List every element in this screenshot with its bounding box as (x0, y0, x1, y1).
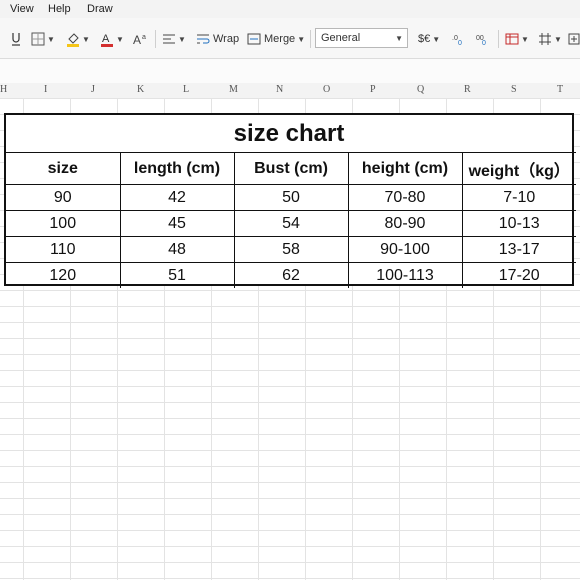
table-cell[interactable]: 50 (233, 184, 349, 211)
column-header[interactable]: Q (417, 84, 424, 95)
align-left-icon (163, 34, 175, 44)
cell-styles-button[interactable]: ▼ (538, 30, 562, 48)
column-header[interactable]: T (557, 84, 563, 95)
table-cell[interactable]: 100 (6, 210, 121, 237)
menu-draw[interactable]: Draw (87, 3, 113, 15)
table-cell[interactable]: 10-13 (461, 210, 576, 237)
column-header[interactable]: K (137, 84, 144, 95)
menu-bar: View Help Draw (0, 0, 580, 18)
menu-help[interactable]: Help (48, 3, 71, 15)
table-cell[interactable]: 58 (233, 236, 349, 263)
increase-decimal-button[interactable]: 00 0 (476, 30, 492, 48)
size-chart-table[interactable]: size chart size length (cm) Bust (cm) he… (4, 113, 576, 288)
underline-icon (12, 33, 20, 46)
table-cell[interactable]: 80-90 (347, 210, 463, 237)
header-row: size length (cm) Bust (cm) height (cm) w… (6, 152, 576, 185)
borders-icon (31, 32, 45, 46)
header-size[interactable]: size (6, 152, 121, 185)
column-header[interactable]: J (91, 84, 95, 95)
grid-icon (539, 33, 551, 45)
table-row: 100 45 54 80-90 10-13 (6, 210, 576, 237)
size-chart-grid: size length (cm) Bust (cm) height (cm) w… (6, 152, 576, 288)
chevron-down-icon: ▼ (521, 34, 529, 44)
chevron-down-icon: ▼ (178, 34, 186, 44)
chevron-down-icon: ▼ (82, 34, 90, 44)
table-cell[interactable]: 100-113 (347, 262, 463, 288)
fill-color-button[interactable]: ▼ (66, 30, 90, 48)
header-height[interactable]: height (cm) (347, 152, 463, 185)
svg-text:A: A (102, 33, 110, 45)
column-header[interactable]: O (323, 84, 330, 95)
chevron-down-icon: ▼ (116, 34, 124, 44)
menu-view[interactable]: View (10, 3, 34, 15)
header-weight[interactable]: weight（kg） (461, 152, 576, 185)
wrap-icon (197, 34, 210, 44)
svg-text:0: 0 (482, 40, 486, 46)
column-headers: H I J K L M N O P Q R S T (0, 83, 580, 99)
table-cell[interactable]: 7-10 (461, 184, 576, 211)
column-header[interactable]: L (183, 84, 189, 95)
formula-bar-area (0, 59, 580, 84)
table-cell[interactable]: 51 (119, 262, 235, 288)
align-button[interactable]: ▼ (162, 30, 186, 48)
table-cell[interactable]: 70-80 (347, 184, 463, 211)
table-cell[interactable]: 120 (6, 262, 121, 288)
insert-icon (568, 33, 580, 45)
decrease-decimal-icon: .00 (452, 35, 462, 46)
chevron-down-icon: ▼ (47, 34, 55, 44)
table-cell[interactable]: 45 (119, 210, 235, 237)
table-row: 90 42 50 70-80 7-10 (6, 184, 576, 211)
more-button[interactable] (568, 30, 580, 48)
borders-button[interactable]: ▼ (31, 30, 55, 48)
size-chart-title: size chart (6, 115, 572, 153)
column-header[interactable]: P (370, 84, 376, 95)
column-header[interactable]: M (229, 84, 238, 95)
table-cell[interactable]: 90 (6, 184, 121, 211)
font-color-icon: A (101, 33, 113, 47)
svg-text:0: 0 (458, 40, 462, 46)
svg-text:a: a (142, 34, 146, 41)
table-cell[interactable]: 17-20 (461, 262, 576, 288)
chevron-down-icon: ▼ (432, 34, 441, 44)
wrap-text-button[interactable]: Wrap (196, 30, 239, 48)
table-cell[interactable]: 48 (119, 236, 235, 263)
currency-label: $€ (418, 33, 431, 45)
ribbon-toolbar: ▼ ▼ A ▼ Aa ▼ Wrap Merge ▼ General ▼ $€ ▼… (0, 18, 580, 59)
merge-button[interactable]: Merge ▼ (247, 30, 305, 48)
number-format-select[interactable]: General ▼ (315, 28, 408, 48)
wrap-label: Wrap (213, 33, 240, 45)
column-header[interactable]: S (511, 84, 517, 95)
table-cell[interactable]: 54 (233, 210, 349, 237)
chevron-down-icon: ▼ (554, 34, 562, 44)
table-cell[interactable]: 42 (119, 184, 235, 211)
underline-button[interactable] (10, 30, 22, 48)
column-header[interactable]: R (464, 84, 471, 95)
merge-label: Merge (264, 33, 296, 45)
table-row: 110 48 58 90-100 13-17 (6, 236, 576, 263)
column-header[interactable]: H (0, 84, 7, 95)
currency-format-button[interactable]: $€ ▼ (418, 30, 440, 48)
column-header[interactable]: I (44, 84, 47, 95)
font-size-icon: Aa (133, 33, 146, 46)
format-table-button[interactable]: ▼ (505, 30, 529, 48)
decrease-decimal-button[interactable]: .0 0 (452, 30, 468, 48)
number-format-value: General (321, 32, 361, 44)
merge-icon (247, 33, 261, 45)
chevron-down-icon: ▼ (297, 34, 306, 44)
svg-text:A: A (133, 33, 141, 46)
fill-color-icon (67, 33, 79, 47)
table-cell[interactable]: 62 (233, 262, 349, 288)
table-icon (505, 33, 519, 45)
font-size-button[interactable]: Aa (133, 30, 149, 48)
chevron-down-icon: ▼ (395, 33, 403, 43)
table-cell[interactable]: 90-100 (347, 236, 463, 263)
font-color-button[interactable]: A ▼ (100, 30, 124, 48)
table-row: 120 51 62 100-113 17-20 (6, 262, 576, 288)
table-cell[interactable]: 13-17 (461, 236, 576, 263)
header-bust[interactable]: Bust (cm) (233, 152, 349, 185)
header-length[interactable]: length (cm) (119, 152, 235, 185)
column-header[interactable]: N (276, 84, 283, 95)
increase-decimal-icon: 000 (476, 35, 486, 46)
table-cell[interactable]: 110 (6, 236, 121, 263)
